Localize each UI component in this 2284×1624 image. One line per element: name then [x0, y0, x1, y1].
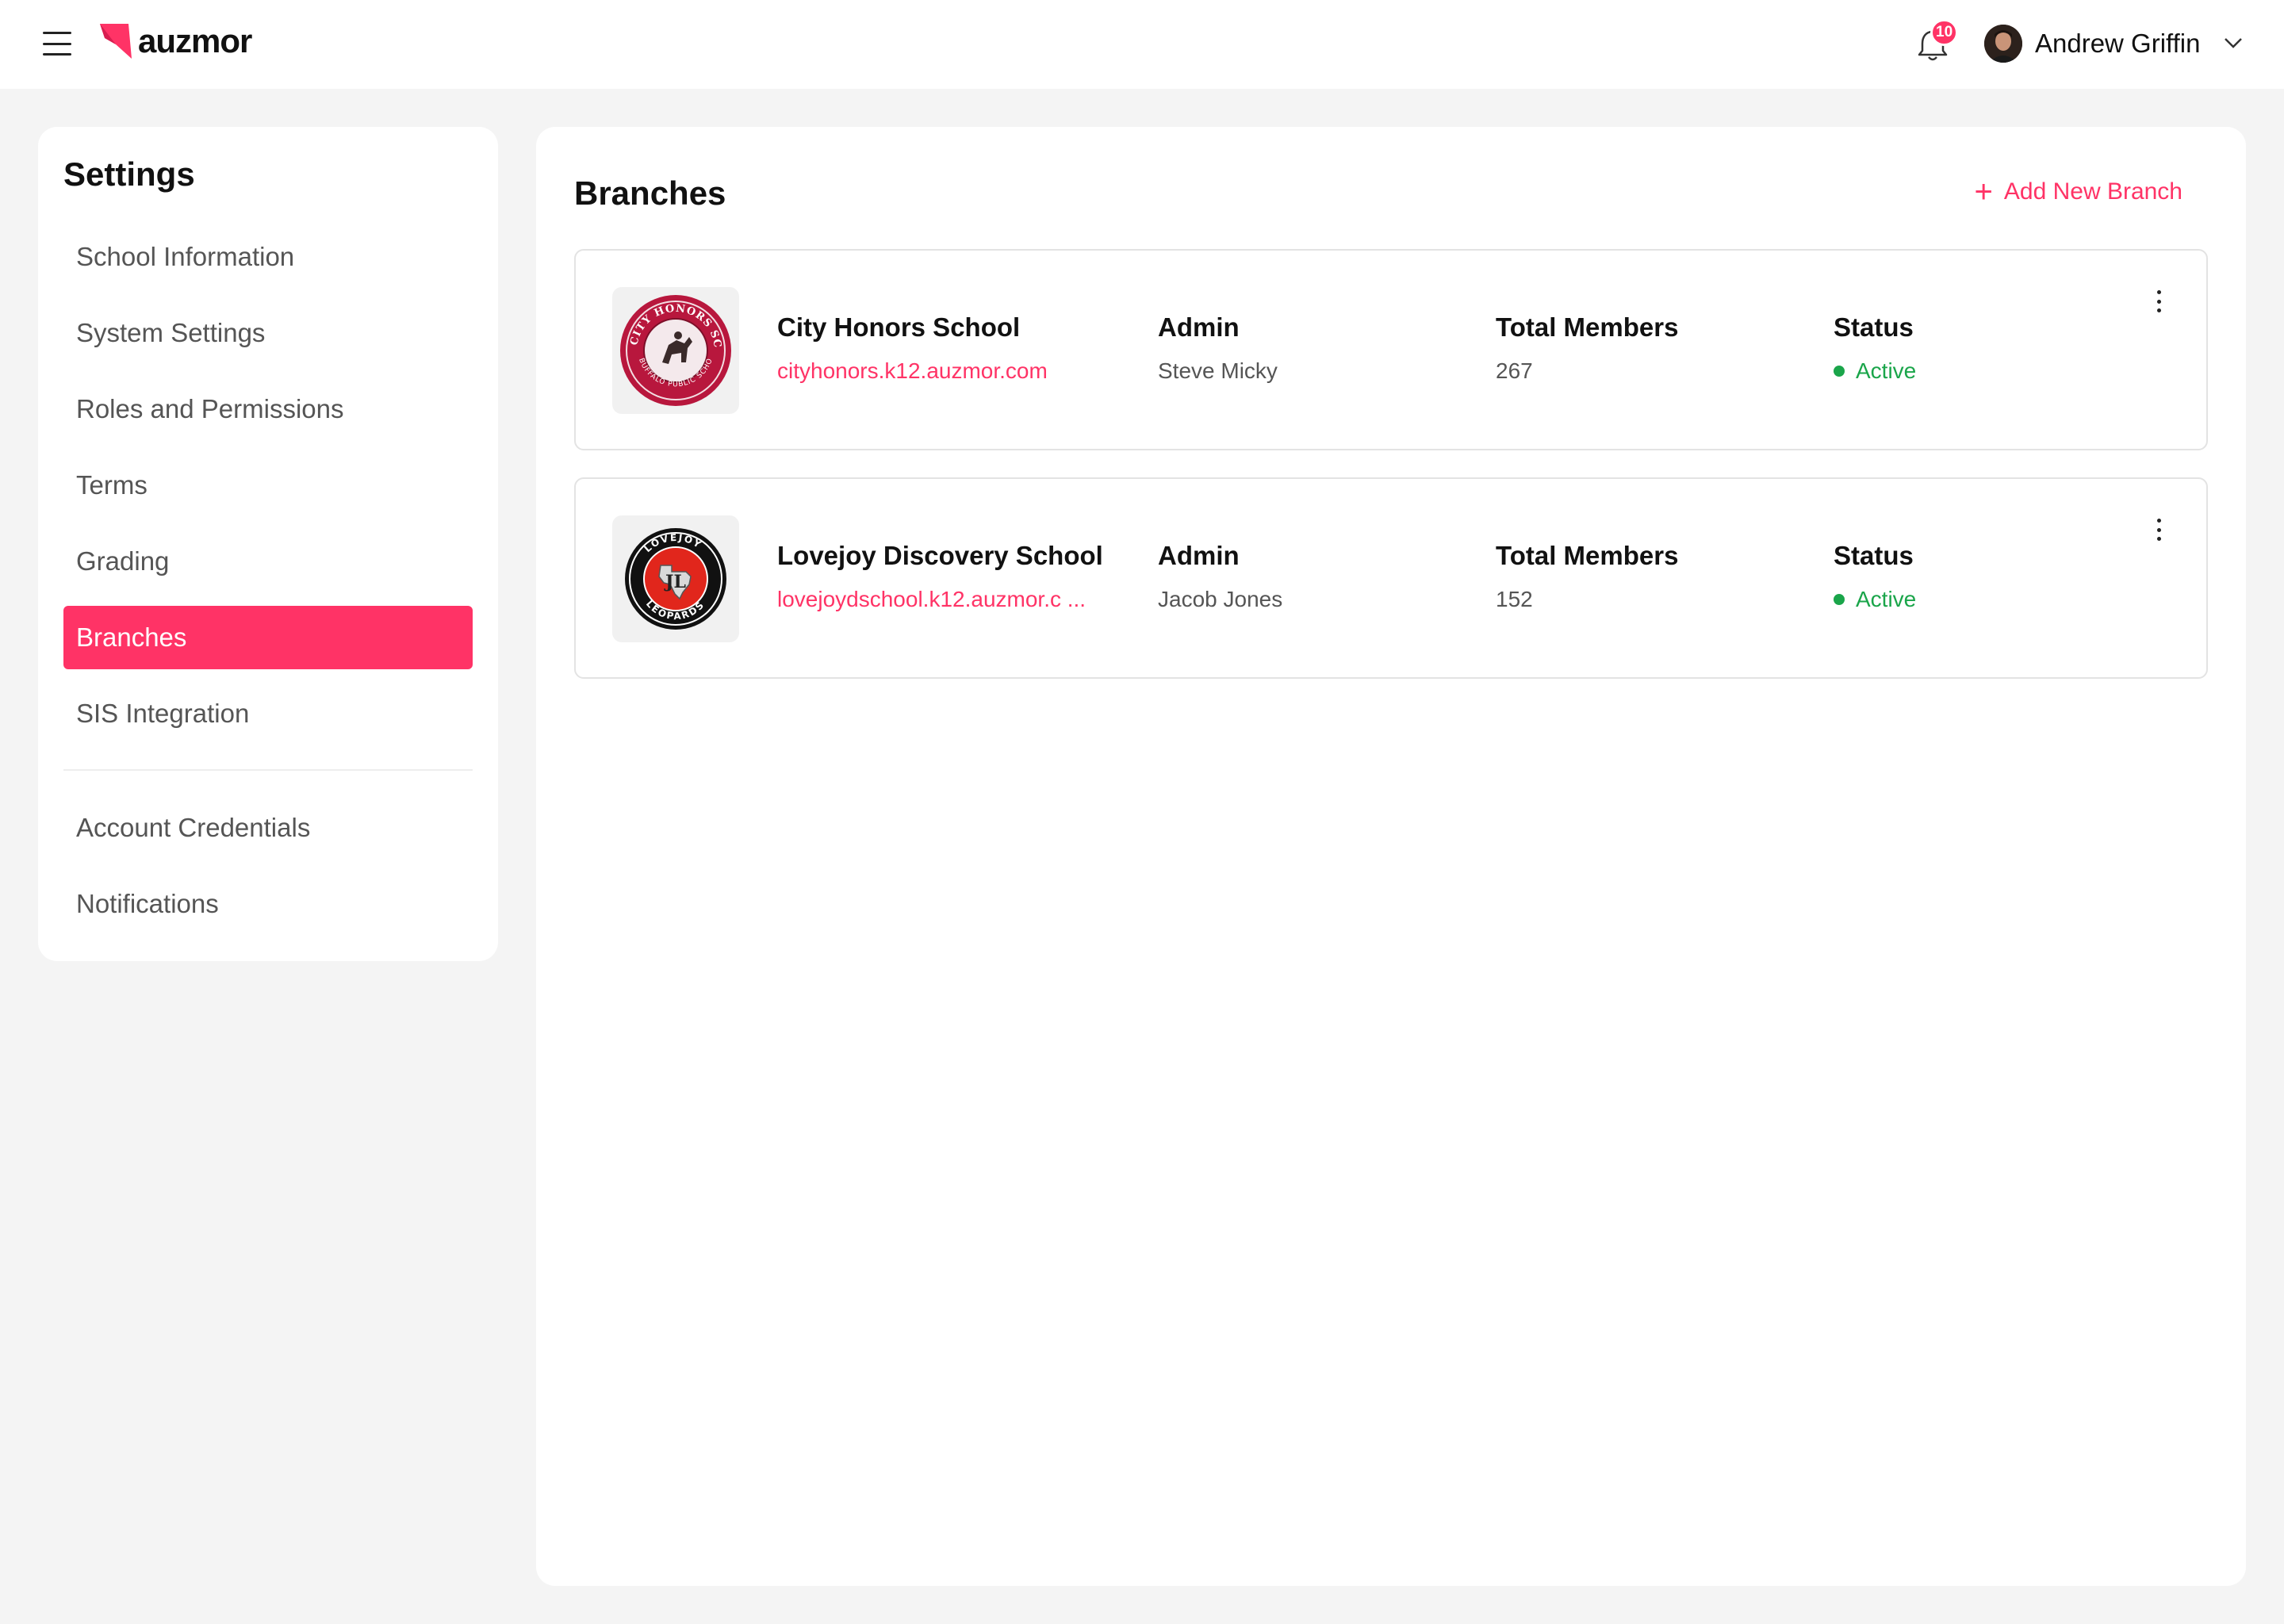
branch-url-link[interactable]: lovejoydschool.k12.auzmor.c ... — [777, 587, 1086, 612]
add-new-branch-button[interactable]: + Add New Branch — [1975, 176, 2182, 208]
sidebar-item-label: Grading — [76, 546, 170, 576]
settings-sidebar: Settings School Information System Setti… — [38, 127, 498, 961]
avatar[interactable] — [1984, 25, 2022, 63]
plus-icon: + — [1974, 174, 1993, 209]
status-label: Status — [1834, 541, 1914, 570]
admin-value: Steve Micky — [1158, 358, 1278, 383]
sidebar-item-label: Roles and Permissions — [76, 394, 344, 423]
sidebar-item-grading[interactable]: Grading — [63, 530, 473, 593]
status-badge: Active — [1834, 587, 1916, 612]
branch-card[interactable]: CITY HONORS SCHOOL BUFFALO PUBLIC SCHOOL… — [574, 249, 2208, 450]
branch-url-link[interactable]: cityhonors.k12.auzmor.com — [777, 358, 1048, 384]
branch-logo: CITY HONORS SCHOOL BUFFALO PUBLIC SCHOOL… — [612, 287, 739, 414]
status-dot-icon — [1834, 366, 1845, 377]
sidebar-item-label: Terms — [76, 470, 148, 500]
status-text: Active — [1856, 587, 1917, 611]
sidebar-item-roles-and-permissions[interactable]: Roles and Permissions — [63, 377, 473, 441]
hamburger-menu-icon[interactable] — [43, 32, 71, 56]
sidebar-item-branches[interactable]: Branches — [63, 606, 473, 669]
sidebar-item-terms[interactable]: Terms — [63, 454, 473, 517]
user-avatar-icon — [1984, 25, 2022, 63]
top-bar: auzmor 10 Andrew Griffin — [0, 0, 2284, 89]
sidebar-item-label: SIS Integration — [76, 699, 250, 728]
sidebar-title: Settings — [63, 155, 195, 193]
notification-badge: 10 — [1930, 19, 1959, 46]
branch-name: City Honors School — [777, 312, 1021, 342]
sidebar-item-sis-integration[interactable]: SIS Integration — [63, 682, 473, 745]
chevron-down-icon[interactable] — [2222, 35, 2244, 51]
sidebar-item-label: Branches — [76, 622, 187, 652]
branch-card[interactable]: JL LOVEJOY LEOPARDS Lovejoy Discovery Sc… — [574, 477, 2208, 679]
city-honors-school-logo-icon: CITY HONORS SCHOOL BUFFALO PUBLIC SCHOOL… — [619, 294, 731, 406]
page-title: Branches — [574, 174, 726, 212]
sidebar-item-notifications[interactable]: Notifications — [63, 872, 473, 936]
sidebar-item-school-information[interactable]: School Information — [63, 225, 473, 289]
user-name[interactable]: Andrew Griffin — [2035, 29, 2200, 59]
status-badge: Active — [1834, 358, 1916, 384]
sidebar-item-label: System Settings — [76, 318, 266, 347]
more-options-icon[interactable] — [2151, 287, 2167, 316]
admin-label: Admin — [1158, 541, 1240, 570]
add-new-branch-label: Add New Branch — [2003, 178, 2182, 205]
total-members-label: Total Members — [1496, 541, 1679, 570]
sidebar-item-system-settings[interactable]: System Settings — [63, 301, 473, 365]
sidebar-item-label: School Information — [76, 242, 295, 271]
admin-label: Admin — [1158, 312, 1240, 342]
status-dot-icon — [1834, 594, 1845, 605]
app-logo[interactable]: auzmor — [100, 22, 252, 60]
sidebar-item-label: Account Credentials — [76, 813, 311, 842]
total-members-value: 152 — [1496, 587, 1533, 611]
total-members-value: 267 — [1496, 358, 1533, 383]
admin-value: Jacob Jones — [1158, 587, 1283, 611]
auzmor-logo-mark-icon — [100, 24, 132, 59]
branch-logo: JL LOVEJOY LEOPARDS — [612, 515, 739, 642]
lovejoy-leopards-logo-icon: JL LOVEJOY LEOPARDS — [625, 528, 726, 630]
sidebar-item-label: Notifications — [76, 889, 219, 918]
sidebar-item-account-credentials[interactable]: Account Credentials — [63, 796, 473, 860]
branch-name: Lovejoy Discovery School — [777, 541, 1103, 570]
status-label: Status — [1834, 312, 1914, 342]
status-text: Active — [1856, 358, 1917, 383]
brand-name: auzmor — [138, 22, 252, 59]
more-options-icon[interactable] — [2151, 515, 2167, 544]
sidebar-divider — [63, 769, 473, 771]
branches-panel: Branches + Add New Branch CITY HONORS SC… — [536, 127, 2246, 1586]
total-members-label: Total Members — [1496, 312, 1679, 342]
svg-text:JL: JL — [664, 572, 686, 592]
